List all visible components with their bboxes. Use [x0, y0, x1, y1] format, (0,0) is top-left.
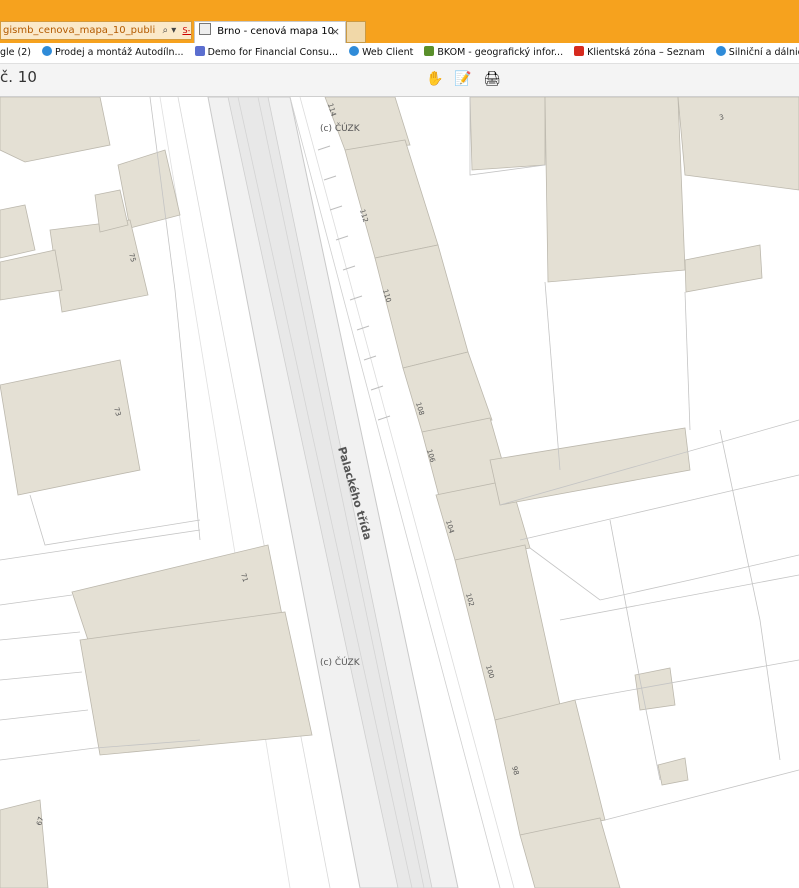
favorite-label: Prodej a montáž Autodíln...	[55, 47, 184, 58]
seznam-icon	[574, 46, 585, 56]
favorite-link[interactable]: Web Client	[349, 43, 413, 63]
rank-badge[interactable]: S-Rank	[182, 26, 191, 35]
edit-note-icon[interactable]: 📝	[453, 69, 473, 89]
copyright-label: (c) ČÚZK	[320, 656, 361, 668]
favorite-link[interactable]: Prodej a montáž Autodíln...	[42, 43, 184, 63]
favorite-link[interactable]: Demo for Financial Consu...	[194, 43, 339, 63]
favorite-label: gle (2)	[0, 47, 31, 58]
address-bar[interactable]: gismb_cenova_mapa_10_publi ⌕ ▾ S-Rank ↻	[0, 21, 192, 40]
page-favicon-icon	[199, 23, 211, 35]
bkom-icon	[424, 46, 435, 56]
favorite-label: Demo for Financial Consu...	[207, 47, 339, 58]
favorite-label: BKOM - geografický infor...	[437, 47, 564, 58]
favorites-bar: gle (2) Prodej a montáž Autodíln... Demo…	[0, 43, 799, 64]
favorite-link[interactable]: BKOM - geografický infor...	[424, 43, 563, 63]
tab-title: Brno - cenová mapa 10	[217, 26, 334, 37]
address-url[interactable]: gismb_cenova_mapa_10_publi	[3, 25, 155, 36]
favorite-label: Silniční a dálniční síť ČR	[728, 47, 799, 58]
favorite-link[interactable]: Silniční a dálniční síť ČR	[715, 43, 799, 63]
print-icon[interactable]: 🖨	[482, 69, 502, 89]
demo-icon	[194, 46, 205, 56]
page-title: č. 10	[0, 68, 37, 86]
tab-brno-cenova-mapa[interactable]: Brno - cenová mapa 10 ×	[194, 21, 346, 43]
favorite-label: Klientská zóna – Seznam	[587, 47, 705, 58]
favorite-label: Web Client	[362, 47, 414, 58]
search-icon[interactable]: ⌕ ▾	[162, 25, 176, 36]
close-icon[interactable]: ×	[331, 22, 340, 42]
pan-tool-icon[interactable]: ✋	[425, 69, 445, 89]
page-toolbar: č. 10 ✋ 📝 🖨	[0, 64, 799, 97]
favorite-link[interactable]: Klientská zóna – Seznam	[574, 43, 705, 63]
ie-icon	[715, 46, 726, 56]
copyright-label: (c) ČÚZK	[320, 122, 361, 134]
favorite-link[interactable]: gle (2)	[0, 43, 31, 63]
new-tab-button[interactable]	[346, 21, 366, 43]
ie-icon	[349, 46, 360, 56]
cadastral-map[interactable]: (c) ČÚZK (c) ČÚZK Palackého třída 114 11…	[0, 97, 799, 888]
ie-icon	[42, 46, 53, 56]
